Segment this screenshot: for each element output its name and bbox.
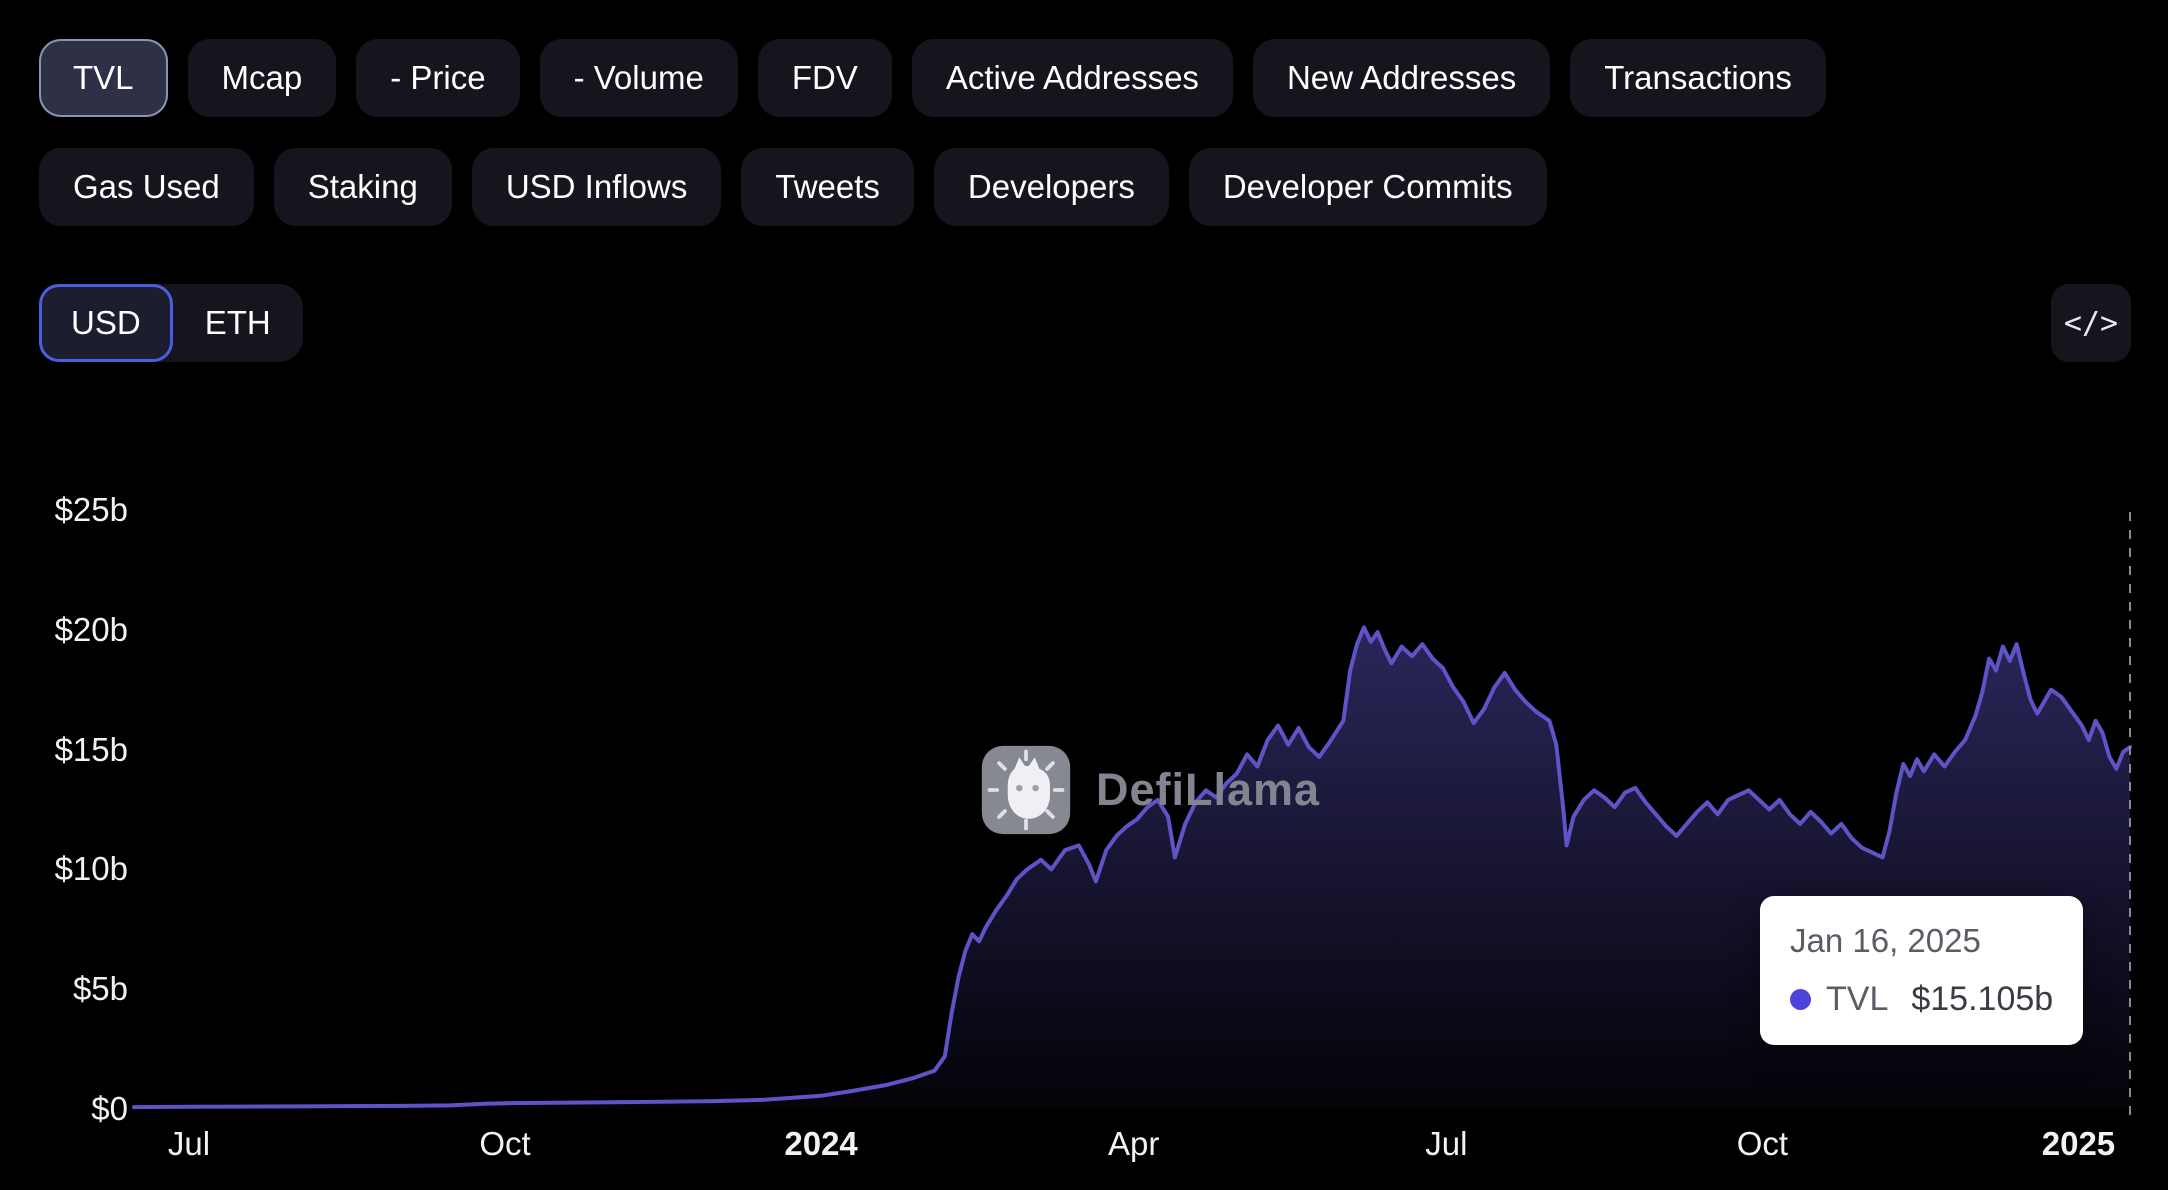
x-tick-label: Apr <box>1108 1125 1160 1162</box>
chart-tooltip: Jan 16, 2025 TVL $15.105b <box>1760 896 2084 1045</box>
y-tick-label: $0 <box>91 1090 128 1127</box>
tooltip-value: $15.105b <box>1911 980 2054 1018</box>
x-tick-label: Oct <box>1736 1125 1789 1162</box>
defillama-chart-page: TVL Mcap - Price - Volume FDV Active Add… <box>0 0 2168 1190</box>
tooltip-row: TVL $15.105b <box>1790 980 2053 1019</box>
x-tick-label: Jul <box>167 1125 211 1162</box>
x-tick-label: Jul <box>1425 1125 1468 1162</box>
y-tick-label: $20b <box>54 610 128 648</box>
y-tick-label: $10b <box>54 850 128 888</box>
tooltip-date: Jan 16, 2025 <box>1790 922 1981 959</box>
y-tick-label: $5b <box>72 970 128 1008</box>
tvl-series-dot-icon <box>1790 989 1811 1010</box>
x-tick-label: 2024 <box>784 1125 858 1162</box>
y-tick-label: $25b <box>54 491 128 528</box>
x-tick-label: Oct <box>479 1125 531 1162</box>
x-tick-label: 2025 <box>2041 1125 2116 1162</box>
y-tick-label: $15b <box>54 730 128 768</box>
tooltip-series-label: TVL <box>1826 980 1889 1018</box>
